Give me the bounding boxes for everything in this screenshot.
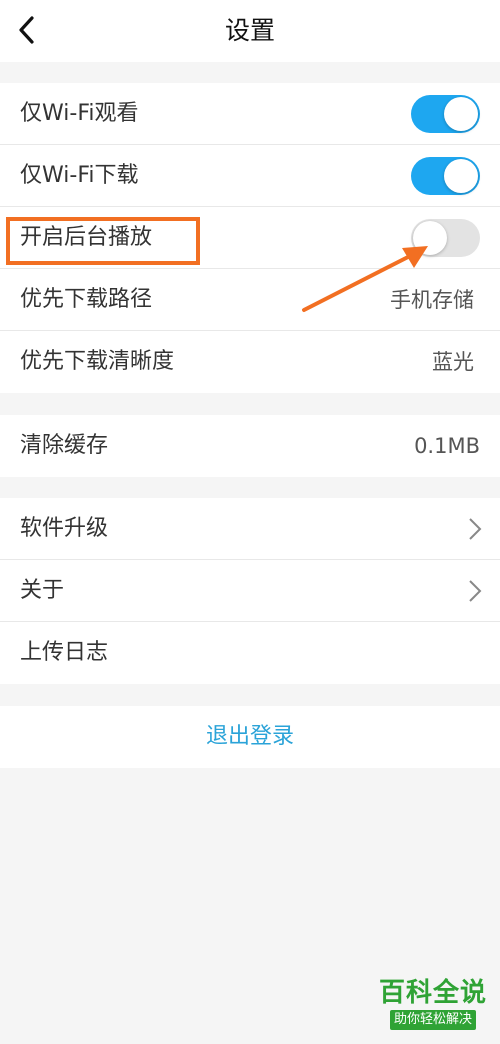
upload-log-row[interactable]: 上传日志 <box>0 622 500 684</box>
background-playback-label: 开启后台播放 <box>20 225 153 250</box>
download-path-row[interactable]: 优先下载路径 手机存储 <box>0 269 500 331</box>
clear-cache-label: 清除缓存 <box>20 433 109 458</box>
software-upgrade-label: 软件升级 <box>20 516 109 541</box>
wifi-only-watch-row: 仅Wi-Fi观看 <box>0 83 500 145</box>
background-playback-toggle[interactable] <box>411 219 480 257</box>
background-playback-row: 开启后台播放 <box>0 207 500 269</box>
upload-log-label: 上传日志 <box>20 640 109 665</box>
toggle-knob <box>444 159 478 193</box>
watermark-subtitle: 助你轻松解决 <box>389 1010 476 1030</box>
wifi-only-watch-toggle[interactable] <box>411 95 480 133</box>
watermark-title: 百科全说 <box>378 978 487 1008</box>
toggle-knob <box>444 97 478 131</box>
download-quality-label: 优先下载清晰度 <box>20 349 175 374</box>
software-upgrade-row[interactable]: 软件升级 <box>0 498 500 560</box>
toggle-knob <box>413 221 447 255</box>
watermark-logo: 百科全说 助你轻松解决 <box>374 978 492 1038</box>
download-path-label: 优先下载路径 <box>20 287 153 312</box>
wifi-only-download-toggle[interactable] <box>411 157 480 195</box>
download-path-value: 手机存储 <box>390 288 474 312</box>
playback-settings-section: 仅Wi-Fi观看 仅Wi-Fi下载 开启后台播放 优先下载路径 手机存储 优先下… <box>0 83 500 393</box>
download-quality-value: 蓝光 <box>432 350 474 374</box>
logout-button[interactable]: 退出登录 <box>0 706 500 768</box>
wifi-only-download-row: 仅Wi-Fi下载 <box>0 145 500 207</box>
top-bar: 设置 <box>0 0 500 62</box>
page-title: 设置 <box>224 16 275 45</box>
wifi-only-download-label: 仅Wi-Fi下载 <box>20 163 139 188</box>
cache-size-value: 0.1MB <box>414 434 480 458</box>
download-quality-row[interactable]: 优先下载清晰度 蓝光 <box>0 331 500 393</box>
chevron-right-icon <box>468 517 482 541</box>
about-row[interactable]: 关于 <box>0 560 500 622</box>
about-label: 关于 <box>20 578 65 603</box>
wifi-only-watch-label: 仅Wi-Fi观看 <box>20 101 139 126</box>
about-section: 软件升级 关于 上传日志 <box>0 498 500 684</box>
chevron-right-icon <box>468 579 482 603</box>
clear-cache-row[interactable]: 清除缓存 0.1MB <box>0 415 500 477</box>
logout-section: 退出登录 <box>0 706 500 768</box>
cache-section: 清除缓存 0.1MB <box>0 415 500 477</box>
